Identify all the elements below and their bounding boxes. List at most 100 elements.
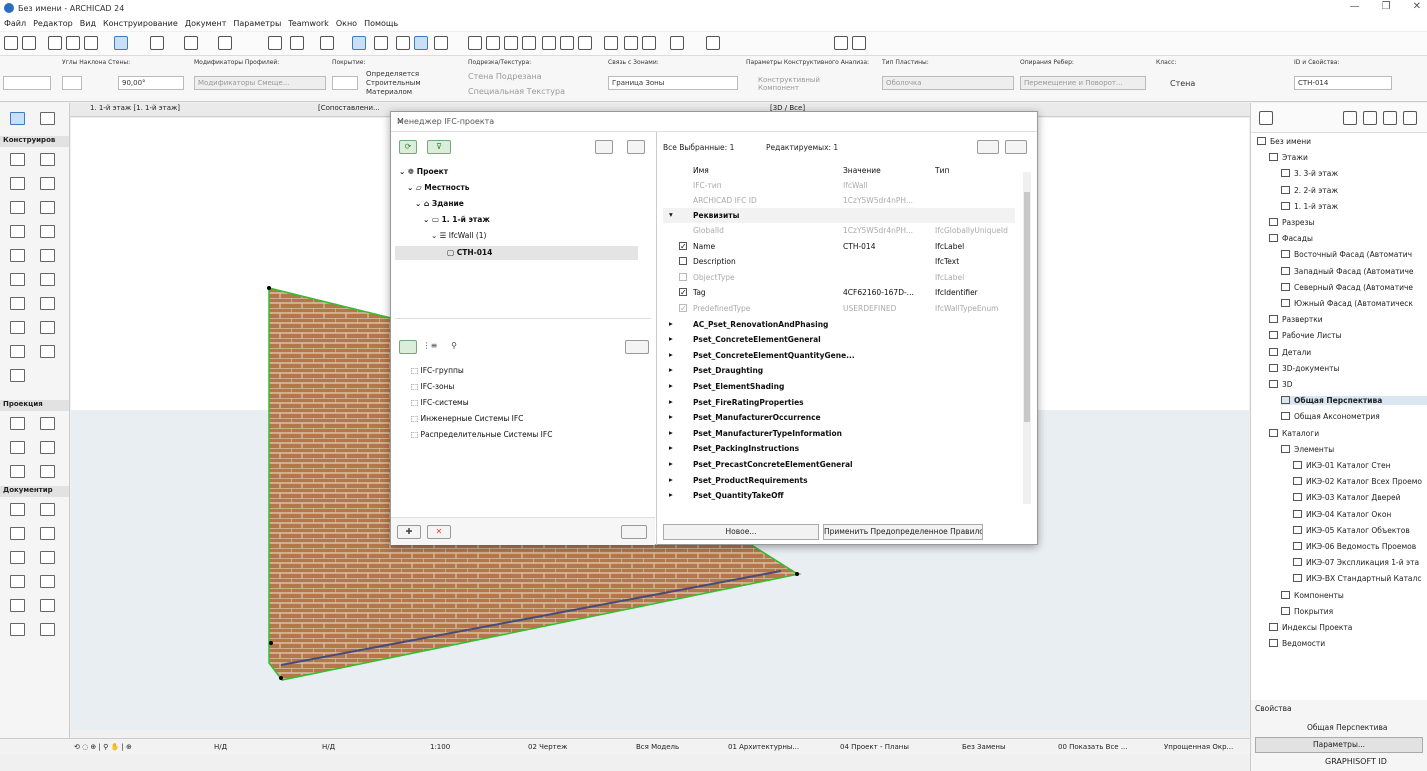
wall-tool-icon[interactable] [10, 153, 25, 166]
lamp-tool-icon[interactable] [10, 321, 25, 334]
pset-row[interactable]: ▸ Pset_ProductRequirements [663, 472, 1015, 488]
id-field[interactable]: СТН-014 [1294, 76, 1392, 90]
pset-row[interactable]: ▸ Pset_ManufacturerOccurrence [663, 410, 1015, 426]
list-icon[interactable]: ⋮≡ [421, 340, 439, 354]
roof-tool-icon[interactable] [10, 201, 25, 214]
expand-caret-icon[interactable]: ▸ [669, 412, 673, 421]
filter-icon[interactable] [625, 340, 649, 354]
restore-icon[interactable]: ❐ [1382, 1, 1391, 12]
modifiers-button[interactable]: Модификаторы Смеще... [194, 76, 326, 90]
navigator-item[interactable]: 3. 3-й этаж [1281, 169, 1427, 178]
pset-row[interactable]: ▸ Pset_ConcreteElementGeneral [663, 332, 1015, 348]
expand-caret-icon[interactable]: ▸ [669, 428, 673, 437]
property-value[interactable]: 4CF62160-167D-... [843, 288, 914, 297]
col-type-header[interactable]: Тип [935, 166, 949, 175]
worksheet-tool-icon[interactable] [40, 441, 55, 454]
property-row[interactable]: ARCHICAD IFC ID 1CzY5W5dr4nPH... [663, 193, 1015, 208]
menu-file[interactable]: Файл [4, 19, 26, 28]
navigator-item[interactable]: Ведомости [1269, 639, 1427, 648]
wall-node[interactable] [795, 572, 799, 576]
render-icon[interactable] [434, 36, 448, 50]
level-dimension-tool-icon[interactable] [40, 503, 55, 516]
door-tool-icon[interactable] [40, 249, 55, 262]
beam-tool-icon[interactable] [10, 177, 25, 190]
expand-caret-icon[interactable]: ▸ [669, 490, 673, 499]
navigator-item[interactable]: Фасады [1269, 234, 1427, 243]
navigator-item[interactable]: Развертки [1269, 315, 1427, 324]
section-viewpoint[interactable]: Проекция [0, 400, 69, 411]
view-settings-button[interactable]: Параметры... [1255, 737, 1423, 753]
navigator-item[interactable]: Детали [1269, 347, 1427, 357]
camera-tool-icon[interactable] [40, 465, 55, 478]
stair-tool-icon[interactable] [10, 225, 25, 238]
slant-angle-field[interactable]: 90,00° [118, 76, 184, 90]
skylight-tool-icon[interactable] [40, 273, 55, 286]
wall-node[interactable] [267, 286, 271, 290]
interior-elevation-tool-icon[interactable] [10, 441, 25, 454]
expand-caret-icon[interactable]: ▸ [669, 443, 673, 452]
export-checkbox[interactable] [679, 241, 687, 250]
fill-tool-icon[interactable] [10, 551, 25, 564]
publisher-icon[interactable] [1403, 111, 1417, 125]
detail-tool-icon[interactable] [10, 465, 25, 478]
property-row[interactable]: ObjectType IfcLabel [663, 270, 1015, 285]
scroll-thumb[interactable] [1024, 192, 1030, 422]
close-icon[interactable]: ✕ [397, 117, 1029, 126]
layer-combination-select[interactable]: 02 Чертеж [528, 743, 567, 751]
navigator-item[interactable]: Без имени [1257, 137, 1427, 146]
section-icon[interactable] [374, 36, 388, 50]
menu-teamwork[interactable]: Teamwork [288, 19, 329, 28]
property-row[interactable]: GlobalId 1CzY5W5dr4nPH... IfcGloballyUni… [663, 223, 1015, 238]
pset-row[interactable]: ▸ Pset_FireRatingProperties [663, 394, 1015, 410]
property-row[interactable]: Description IfcText [663, 254, 1015, 269]
structure-icon[interactable] [595, 140, 613, 154]
teamwork-send-icon[interactable] [834, 36, 848, 50]
tree-node-building[interactable]: ⌄ ⌂ Здание [415, 199, 464, 208]
pset-row[interactable]: ▸ Pset_Draughting [663, 363, 1015, 379]
layer-icon[interactable] [290, 36, 304, 50]
pset-row[interactable]: ▸ Pset_QuantityTakeOff [663, 488, 1015, 503]
navigator-item[interactable]: ИКЭ-01 Каталог Стен [1293, 461, 1427, 470]
pen-set-select[interactable]: 01 Архитектурны... [728, 743, 799, 751]
expand-caret-icon[interactable]: ▸ [669, 334, 673, 343]
adjust-icon[interactable] [486, 36, 500, 50]
inject-icon[interactable] [66, 36, 80, 50]
col-name-header[interactable]: Имя [693, 166, 709, 175]
group-ifc-zones[interactable]: ⬚ IFC-зоны [411, 382, 454, 391]
delete-icon[interactable]: ✕ [427, 525, 451, 539]
expand-caret-icon[interactable]: ▸ [669, 459, 673, 468]
override-select[interactable]: Без Замены [962, 743, 1006, 751]
marker-icon[interactable] [624, 36, 638, 50]
fillet-icon[interactable] [542, 36, 556, 50]
spatial-icon[interactable] [627, 140, 645, 154]
window-tool-icon[interactable] [10, 249, 25, 262]
element-preview[interactable] [3, 76, 51, 90]
column-tool-icon[interactable] [40, 153, 55, 166]
col-value-header[interactable]: Значение [843, 166, 881, 175]
line-tool-icon[interactable] [40, 551, 55, 564]
zone-tool-icon[interactable] [40, 297, 55, 310]
section-tool-icon[interactable] [10, 417, 25, 430]
expand-caret-icon[interactable]: ▸ [669, 381, 673, 390]
navigator-item[interactable]: Общая Перспектива [1281, 396, 1427, 406]
class-value[interactable]: Стена [1170, 79, 1195, 88]
expand-caret-icon[interactable]: ▸ [669, 365, 673, 374]
menu-design[interactable]: Конструирование [103, 19, 178, 28]
expand-caret-icon[interactable]: ▸ [669, 475, 673, 484]
wall-node[interactable] [279, 676, 283, 680]
tree-node-wall-selected[interactable]: ▢ СТН-014 [395, 246, 638, 260]
teamwork-receive-icon[interactable] [852, 36, 866, 50]
morph-tool-icon[interactable] [10, 345, 25, 358]
arrow-select-icon[interactable] [114, 36, 128, 50]
menu-window[interactable]: Окно [336, 19, 357, 28]
mesh-tool-icon[interactable] [40, 345, 55, 358]
expand-caret-icon[interactable]: ▸ [669, 350, 673, 359]
intersect-icon[interactable] [522, 36, 536, 50]
property-row[interactable]: PredefinedType USERDEFINED IfcWallTypeEn… [663, 301, 1015, 316]
pick-up-icon[interactable] [48, 36, 62, 50]
project-map-icon[interactable] [1343, 111, 1357, 125]
grid-icon[interactable] [218, 36, 232, 50]
eyedropper-icon[interactable] [84, 36, 98, 50]
minimize-icon[interactable]: — [1350, 1, 1360, 12]
slab-tool-icon[interactable] [40, 177, 55, 190]
